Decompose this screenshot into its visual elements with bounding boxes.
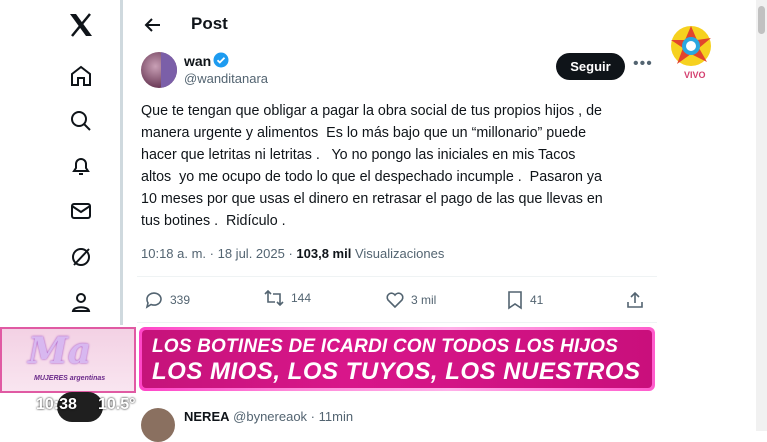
post-time[interactable]: 10:18 a. m. (141, 246, 206, 261)
show-logo-subtitle: MUJERES argentinas (34, 375, 106, 382)
profile-icon[interactable] (64, 285, 98, 319)
home-icon[interactable] (64, 59, 98, 93)
reply-button[interactable]: 339 (144, 290, 190, 310)
post-text: Que te tengan que obligar a pagar la obr… (141, 103, 603, 229)
bookmark-icon (508, 291, 522, 310)
verified-badge-icon (213, 52, 229, 68)
clock: 10:38 (36, 396, 77, 413)
views-count: 103,8 mil (296, 246, 352, 261)
channel-logo (667, 22, 715, 70)
temperature: 10.5° (98, 396, 136, 413)
reply-count: 339 (170, 293, 191, 307)
search-icon[interactable] (64, 104, 98, 138)
author-avatar[interactable] (141, 52, 177, 88)
author-handle[interactable]: @wanditanara (184, 71, 268, 86)
share-icon (627, 291, 643, 308)
repost-icon (264, 289, 284, 307)
headline-banner: LOS BOTINES DE ICARDI CON TODOS LOS HIJO… (139, 327, 655, 391)
like-count: 3 mil (411, 293, 437, 307)
post-date[interactable]: 18 jul. 2025 (218, 246, 285, 261)
grok-icon[interactable] (64, 240, 98, 274)
messages-icon[interactable] (64, 194, 98, 228)
back-arrow-icon[interactable] (142, 14, 164, 36)
x-logo-icon[interactable] (64, 8, 98, 42)
views-label: Visualizaciones (354, 246, 445, 261)
author-name[interactable]: wan (184, 53, 211, 69)
share-button[interactable] (625, 290, 645, 310)
reply-header: NEREA @bynereaok · 11min (184, 409, 354, 424)
bookmark-button[interactable]: 41 (506, 290, 543, 310)
reply-author-handle[interactable]: @bynereaok (233, 409, 307, 424)
reply-time: 11min (318, 409, 354, 424)
heart-icon (386, 292, 404, 309)
reply-author-name[interactable]: NEREA (184, 409, 230, 424)
headline-line-1: LOS BOTINES DE ICARDI CON TODOS LOS HIJO… (152, 336, 619, 357)
more-options-icon[interactable]: ••• (633, 55, 653, 73)
divider (137, 276, 657, 277)
scrollbar-thumb[interactable] (758, 6, 765, 34)
show-logo: Ma (28, 330, 92, 372)
divider (137, 322, 657, 323)
reply-icon (145, 292, 162, 309)
headline-line-2: LOS MIOS, LOS TUYOS, LOS NUESTROS (152, 358, 641, 385)
notifications-icon[interactable] (64, 149, 98, 183)
post-metadata: 10:18 a. m. · 18 jul. 2025 · 103,8 mil V… (141, 246, 445, 261)
page-title: Post (191, 14, 228, 33)
scrollbar[interactable] (756, 0, 767, 431)
bookmark-count: 41 (530, 293, 544, 307)
repost-button[interactable]: 144 (263, 288, 311, 308)
repost-count: 144 (291, 291, 312, 305)
like-button[interactable]: 3 mil (385, 290, 436, 310)
reply-avatar[interactable] (141, 408, 175, 442)
follow-button[interactable]: Seguir (556, 53, 625, 80)
live-indicator: VIVO (684, 70, 706, 80)
